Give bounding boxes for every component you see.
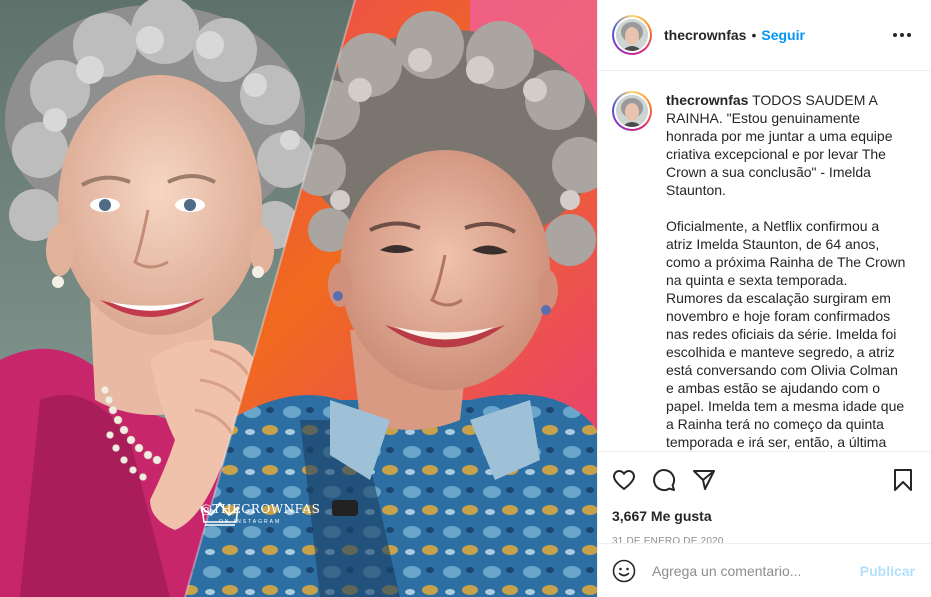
post-side-panel: thecrownfas • Seguir thecrownfas TODOS S… <box>597 0 931 597</box>
separator-dot: • <box>751 27 757 43</box>
caption-text: thecrownfas TODOS SAUDEM A RAINHA. "Esto… <box>666 91 906 451</box>
smiley-icon[interactable] <box>612 559 636 583</box>
avatar-image <box>616 19 648 51</box>
post-photo[interactable]: @THECROWNFAS ON INSTAGRAM <box>0 0 597 597</box>
caption-avatar[interactable] <box>612 91 652 131</box>
action-icons-row <box>612 460 915 500</box>
caption-body: TODOS SAUDEM A RAINHA. "Estou genuinamen… <box>666 92 906 450</box>
bookmark-icon[interactable] <box>885 460 915 500</box>
likes-count[interactable]: 3,667 Me gusta <box>612 508 915 524</box>
caption-area[interactable]: thecrownfas TODOS SAUDEM A RAINHA. "Esto… <box>598 71 931 451</box>
comment-input[interactable] <box>652 562 860 579</box>
paper-plane-icon[interactable] <box>692 460 732 500</box>
caption-username[interactable]: thecrownfas <box>666 92 748 108</box>
comment-bar: Publicar <box>598 543 931 597</box>
follow-button[interactable]: Seguir <box>761 27 805 43</box>
crown-icon <box>200 502 240 526</box>
post-header: thecrownfas • Seguir <box>598 0 931 71</box>
more-dots-icon[interactable] <box>889 29 915 41</box>
publish-button[interactable]: Publicar <box>860 563 915 579</box>
photo-watermark: @THECROWNFAS ON INSTAGRAM <box>200 502 320 526</box>
header-avatar[interactable] <box>612 15 652 55</box>
header-username[interactable]: thecrownfas <box>664 27 746 43</box>
avatar-image <box>616 95 648 127</box>
post-actions: 3,667 Me gusta 31 DE ENERO DE 2020 <box>598 451 931 547</box>
speech-bubble-icon[interactable] <box>652 460 692 500</box>
heart-outline-icon[interactable] <box>612 460 652 500</box>
instagram-post: @THECROWNFAS ON INSTAGRAM thecrownfas • … <box>0 0 931 597</box>
